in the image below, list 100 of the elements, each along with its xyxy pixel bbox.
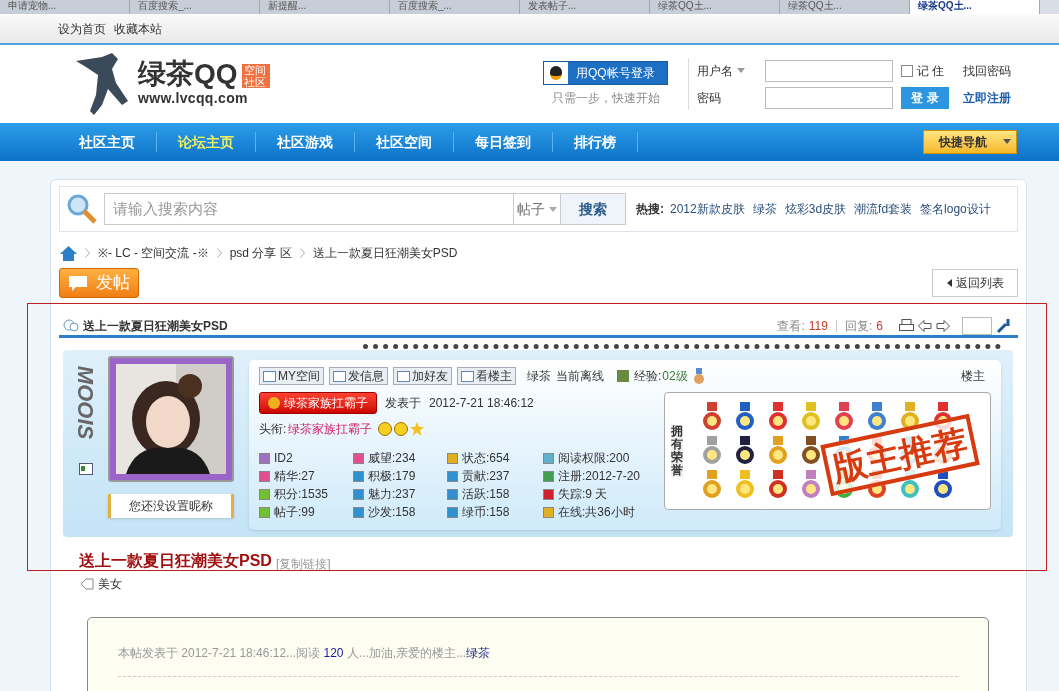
logo-url: www.lvcqq.com <box>138 89 249 108</box>
browser-tab[interactable]: 绿茶QQ土... <box>910 0 1040 14</box>
stat-text: ID2 <box>274 450 293 467</box>
password-label: 密码 <box>697 89 722 107</box>
tag-link[interactable]: 美女 <box>98 575 122 593</box>
profile-action-button[interactable]: 发信息 <box>329 367 388 385</box>
views-label: 查看: <box>777 317 805 335</box>
browser-tab[interactable]: 绿茶QQ土... <box>650 0 780 14</box>
chevron-icon <box>85 248 90 258</box>
breadcrumb-link[interactable]: psd 分享 区 <box>229 244 292 262</box>
qq-hint: 只需一步，快速开始 <box>551 90 660 107</box>
nav-tab[interactable]: 社区空间 <box>355 131 453 153</box>
logo-tag: 空间社区 <box>241 63 270 88</box>
online-status: 当前离线 <box>556 368 604 385</box>
left-triangle-icon <box>946 279 952 287</box>
left-arrow-icon[interactable] <box>918 319 932 332</box>
browser-tab[interactable]: 百度搜索_... <box>390 0 520 14</box>
nav-tab[interactable]: 排行榜 <box>553 131 637 153</box>
user-link[interactable]: 绿茶 <box>466 646 491 660</box>
stat-text: 状态:654 <box>462 450 510 467</box>
stat-text: 沙发:158 <box>368 504 416 521</box>
notice-text: 本帖发表于 2012-7-21 18:46:12...阅读 120 人...加油,亲爱的楼主...绿茶 <box>118 645 492 662</box>
posted-label: 发表于 <box>385 395 421 412</box>
stat-text: 魅力:237 <box>368 486 416 503</box>
small-action-icon <box>333 370 346 382</box>
profile-card-icon <box>79 463 93 475</box>
nav-tab[interactable]: 社区主页 <box>58 131 156 153</box>
level-icon <box>617 370 629 382</box>
profile-action-button[interactable]: 加好友 <box>393 367 452 385</box>
breadcrumb-link[interactable]: 送上一款夏日狂潮美女PSD <box>312 244 458 262</box>
username-field[interactable] <box>765 59 893 82</box>
top-link[interactable]: 收藏本站 <box>114 19 162 38</box>
stat-text: 贡献:237 <box>462 468 510 485</box>
browser-tab[interactable]: 百度搜索_... <box>130 0 260 14</box>
views-count: 119 <box>808 317 828 335</box>
browser-tab[interactable]: 新提醒... <box>260 0 390 14</box>
stat-text: 威望:234 <box>368 450 416 467</box>
hot-search-link[interactable]: 绿茶 <box>752 200 777 218</box>
small-action-icon <box>263 370 276 382</box>
jump-arrow-icon[interactable] <box>996 317 1012 334</box>
nav-tab[interactable]: 社区游戏 <box>256 131 354 153</box>
stat-text: 活跃:158 <box>462 486 510 503</box>
speech-bubble-icon <box>68 275 88 291</box>
username-label: 用户名 <box>697 61 765 80</box>
home-icon <box>60 245 77 261</box>
hot-search-link[interactable]: 潮流fd套装 <box>854 200 913 218</box>
hot-search-link[interactable]: 签名logo设计 <box>920 200 991 218</box>
replies-label: 回复: <box>844 317 873 335</box>
star-icon <box>410 422 425 436</box>
breadcrumb-link[interactable]: ※- LC - 空间交流 -※ <box>98 244 209 262</box>
hot-search-link[interactable]: 炫彩3d皮肤 <box>784 200 847 218</box>
browser-tab[interactable]: 申请宠物... <box>0 0 130 14</box>
search-icon <box>66 193 98 225</box>
stat-text: 阅读权限:200 <box>558 450 630 467</box>
register-link[interactable]: 立即注册 <box>963 88 1019 107</box>
username: 绿茶 <box>527 368 551 385</box>
profile-action-button[interactable]: 看楼主 <box>457 367 516 385</box>
stat-text: 在线:共36小时 <box>558 504 635 521</box>
nickname-button[interactable]: 您还没设置昵称 <box>108 494 234 518</box>
honor-label: 拥有荣誉 <box>671 424 683 478</box>
caret-icon <box>1002 139 1012 145</box>
page-jump-field[interactable] <box>962 316 992 335</box>
qq-login-button[interactable]: 用QQ帐号登录 <box>543 61 668 85</box>
experience-label: 经验: <box>634 368 662 385</box>
rank-badge: 绿茶家族扛霸子 <box>259 392 377 414</box>
browser-tab[interactable]: 绿茶QQ土... <box>780 0 910 14</box>
nav-tab[interactable]: 每日签到 <box>454 131 552 153</box>
profile-action-button[interactable]: MY空间 <box>259 367 324 385</box>
side-logo-text: MOOIS <box>72 365 100 440</box>
floor-label: 楼主 <box>961 368 985 385</box>
find-password-link[interactable]: 找回密码 <box>963 61 1019 80</box>
stat-text: 失踪:9 天 <box>558 486 608 503</box>
remember-checkbox[interactable] <box>901 64 913 77</box>
browser-tab[interactable]: 发表帖子... <box>520 0 650 14</box>
small-action-icon <box>397 370 410 382</box>
right-arrow-icon[interactable] <box>936 319 950 332</box>
stat-text: 帖子:99 <box>274 504 315 521</box>
user-title: 绿茶家族扛霸子 <box>288 421 373 438</box>
stat-text: 注册:2012-7-20 <box>558 468 641 485</box>
replies-count: 6 <box>876 317 883 335</box>
medal-icon <box>692 368 705 384</box>
quick-nav-button[interactable]: 快捷导航 <box>923 130 1017 154</box>
stat-text: 积极:179 <box>368 468 416 485</box>
experience-level: 02级 <box>662 368 688 385</box>
top-link[interactable]: 设为首页 <box>58 19 106 38</box>
search-button[interactable]: 搜索 <box>560 193 626 225</box>
password-field[interactable] <box>765 86 893 109</box>
small-action-icon <box>461 370 474 382</box>
remember-label: 记 住 <box>917 62 945 80</box>
chat-icon <box>63 319 79 332</box>
hot-search-label: 热搜: <box>636 201 664 218</box>
stat-text: 积分:1535 <box>274 486 329 503</box>
hot-search-link[interactable]: 2012新款皮肤 <box>670 200 745 218</box>
caret-icon <box>548 206 557 212</box>
stat-text: 精华:27 <box>274 468 315 485</box>
back-to-list-button[interactable]: 返回列表 <box>932 269 1018 297</box>
print-icon[interactable] <box>899 318 914 333</box>
post-title: 送上一款夏日狂潮美女PSD <box>79 551 272 571</box>
chevron-icon <box>216 248 222 258</box>
tag-icon <box>80 578 94 590</box>
